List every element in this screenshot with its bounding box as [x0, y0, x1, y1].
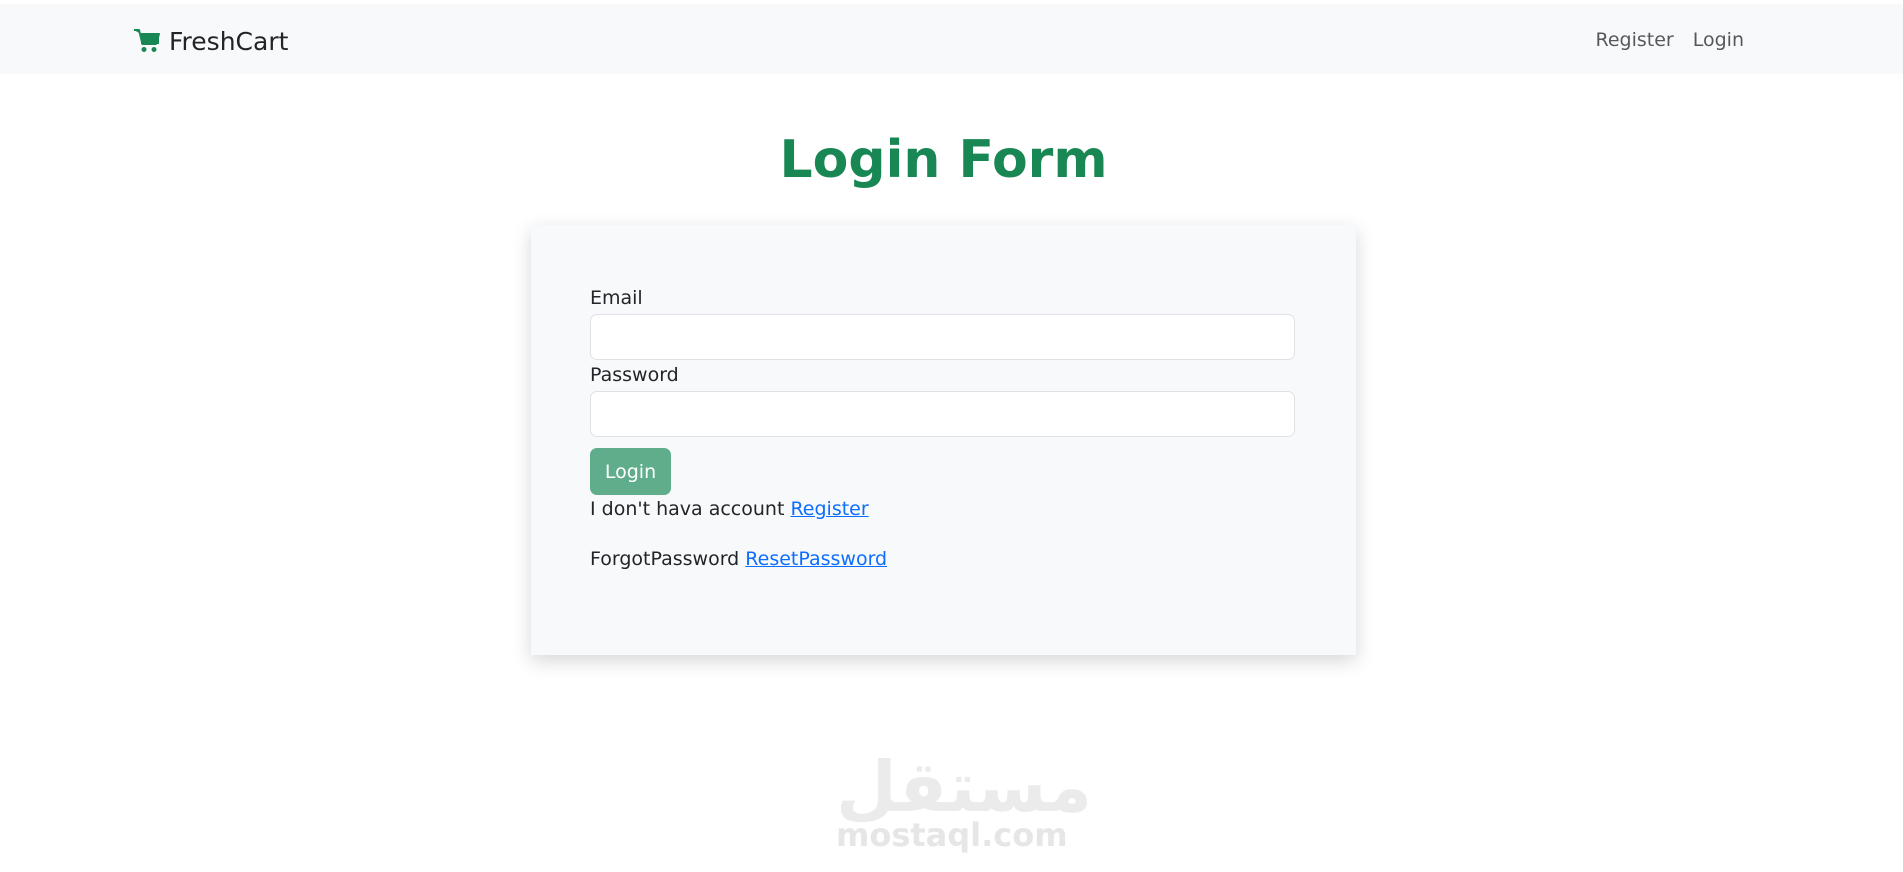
reset-password-link[interactable]: ResetPassword [745, 548, 887, 570]
password-field[interactable] [590, 391, 1295, 437]
register-link[interactable]: Register [790, 498, 868, 520]
watermark: مستقل mostaql.com [836, 745, 1092, 854]
register-prompt: I don't hava account Register [590, 498, 869, 520]
nav-register-link[interactable]: Register [1596, 29, 1674, 51]
password-label: Password [590, 364, 679, 386]
brand-name: FreshCart [169, 26, 289, 56]
no-account-text: I don't hava account [590, 498, 785, 520]
email-field[interactable] [590, 314, 1295, 360]
page-title: Login Form [779, 130, 1108, 190]
brand-link[interactable]: FreshCart [133, 25, 288, 57]
nav-links: Register Login [1596, 29, 1745, 51]
forgot-text: ForgotPassword [590, 548, 740, 570]
nav-login-link[interactable]: Login [1693, 29, 1744, 51]
login-card: Email Password Login I don't hava accoun… [531, 225, 1356, 655]
cart-icon [133, 27, 161, 55]
email-label: Email [590, 287, 643, 309]
forgot-password-prompt: ForgotPassword ResetPassword [590, 548, 887, 570]
login-button[interactable]: Login [590, 448, 671, 495]
navbar: FreshCart Register Login [0, 4, 1903, 74]
watermark-latin: mostaql.com [836, 816, 1068, 854]
